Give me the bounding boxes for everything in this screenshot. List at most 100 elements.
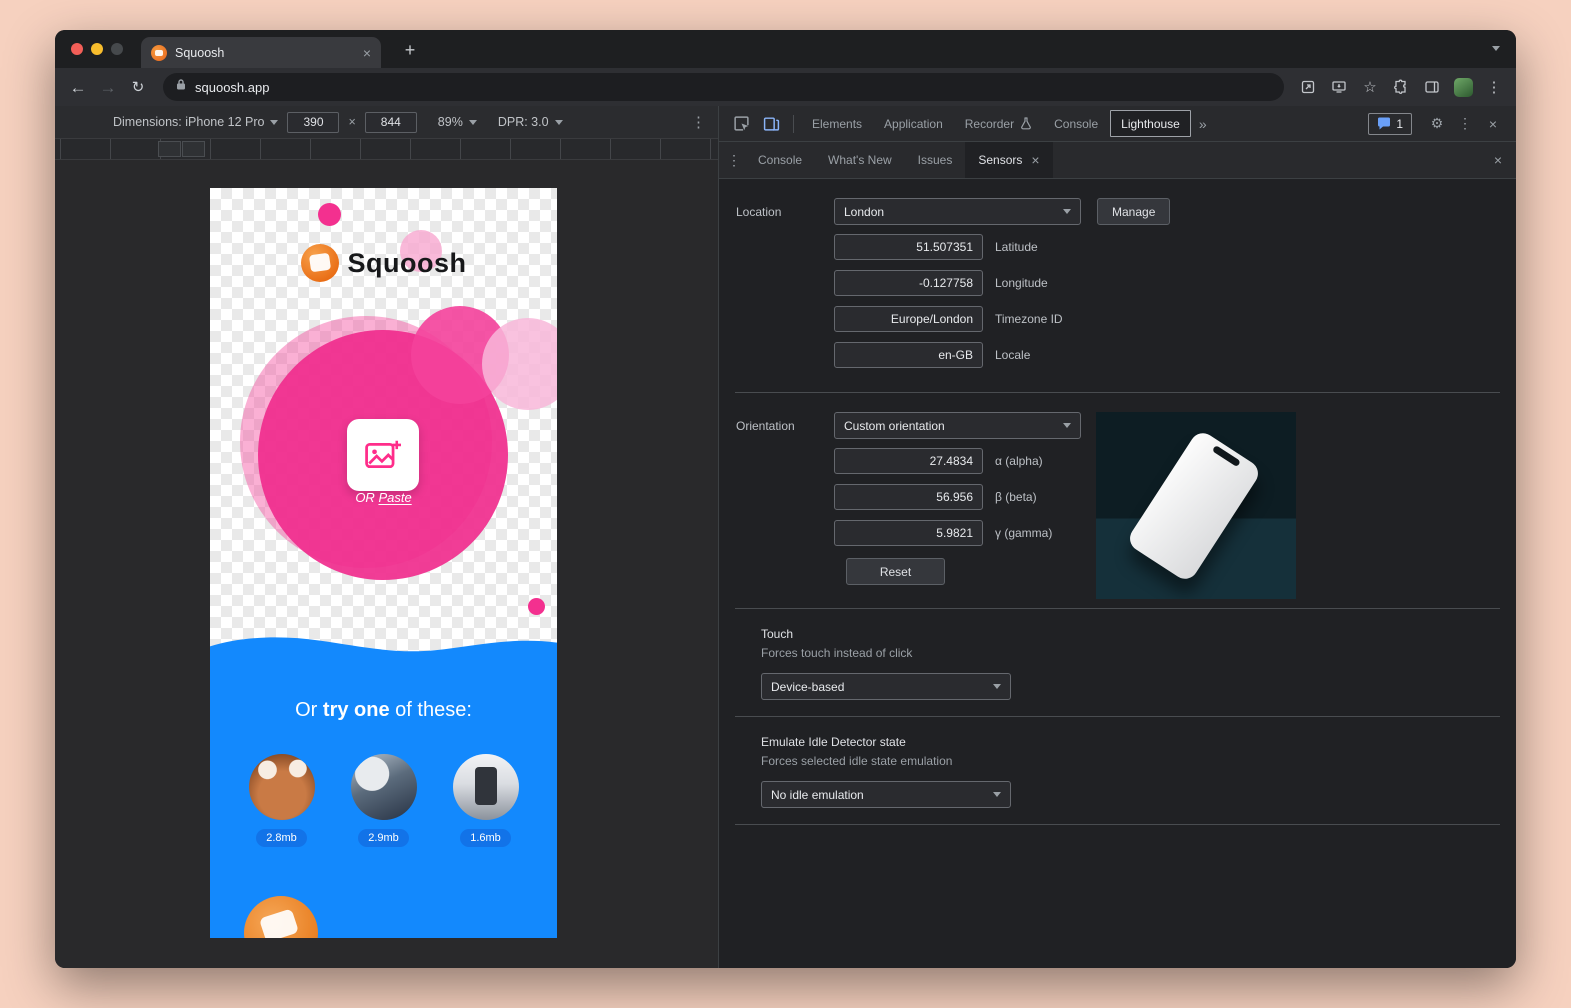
demo-images-section: Or try one of these: 2.8mb 2.9mb	[210, 655, 557, 938]
tab-console[interactable]: Console	[1044, 106, 1108, 141]
or-paste-text: OR Paste	[210, 490, 557, 505]
drawer-menu-kebab-icon[interactable]: ⋮	[723, 152, 745, 169]
squoosh-logo-text: Squoosh	[348, 248, 467, 279]
sensors-panel: Location London Manage Latitude	[719, 179, 1516, 968]
forward-button[interactable]: →	[95, 79, 121, 96]
demo-image-1-photo[interactable]	[249, 754, 315, 820]
touch-select[interactable]: Device-based	[761, 673, 1011, 700]
demo-image-2-photo[interactable]	[351, 754, 417, 820]
demo-image-1[interactable]: 2.8mb	[249, 754, 315, 847]
window-minimize-button[interactable]	[91, 43, 103, 55]
gamma-input[interactable]	[834, 520, 983, 546]
window-zoom-button[interactable]	[111, 43, 123, 55]
section-divider	[735, 716, 1500, 717]
device-toolbar-menu-kebab-icon[interactable]: ⋮	[691, 113, 706, 131]
longitude-input[interactable]	[834, 270, 983, 296]
settings-gear-icon[interactable]: ⚙	[1424, 115, 1450, 132]
device-selector-chevron-icon	[270, 120, 278, 125]
manage-locations-button[interactable]: Manage	[1097, 198, 1170, 225]
demo-image-3[interactable]: 1.6mb	[453, 754, 519, 847]
zoom-selector[interactable]: 89%	[438, 115, 477, 129]
touch-description: Forces touch instead of click	[761, 646, 1500, 660]
demo-image-2-size-badge: 2.9mb	[358, 829, 409, 847]
drawer-tab-whats-new[interactable]: What's New	[815, 142, 905, 178]
tab-close-icon[interactable]: ×	[363, 46, 371, 60]
device-selector[interactable]: Dimensions: iPhone 12 Pro	[113, 115, 278, 129]
window-controls	[71, 43, 123, 55]
dpr-value: DPR: 3.0	[498, 115, 549, 129]
device-toggle-icon[interactable]	[757, 110, 785, 138]
install-app-icon[interactable]	[1327, 75, 1351, 99]
dpr-selector[interactable]: DPR: 3.0	[498, 115, 563, 129]
reload-button[interactable]: ↻	[125, 80, 151, 95]
tab-strip: Squoosh × +	[55, 30, 1516, 68]
orientation-preview[interactable]	[1096, 412, 1296, 599]
window-close-button[interactable]	[71, 43, 83, 55]
latitude-label: Latitude	[995, 240, 1038, 254]
tab-elements[interactable]: Elements	[802, 106, 872, 141]
orientation-select[interactable]: Custom orientation	[834, 412, 1081, 439]
section-divider	[735, 608, 1500, 609]
idle-detector-section: Emulate Idle Detector state Forces selec…	[719, 725, 1516, 816]
tab-search-chevron-icon[interactable]	[1492, 46, 1500, 51]
image-drop-button[interactable]	[347, 419, 419, 491]
devtools-drawer-toolbar: ⋮ Console What's New Issues Sensors × ×	[719, 142, 1516, 179]
demo-image-2[interactable]: 2.9mb	[351, 754, 417, 847]
tab-recorder[interactable]: Recorder	[955, 106, 1042, 141]
more-tabs-chevron-icon[interactable]: »	[1193, 116, 1213, 132]
select-chevron-icon	[1063, 209, 1071, 214]
reset-orientation-button[interactable]: Reset	[846, 558, 945, 585]
extensions-puzzle-icon[interactable]	[1389, 75, 1413, 99]
phone-model-icon	[1125, 428, 1263, 583]
toolbar-divider	[793, 115, 794, 133]
device-toolbar: Dimensions: iPhone 12 Pro × 89% DPR: 3.0…	[55, 106, 718, 139]
viewport-width-input[interactable]	[287, 112, 339, 133]
section-divider	[735, 824, 1500, 825]
zoom-value: 89%	[438, 115, 463, 129]
ruler	[55, 139, 718, 160]
inspect-element-icon[interactable]	[727, 110, 755, 138]
lock-icon	[175, 78, 187, 96]
sensors-tab-close-icon[interactable]: ×	[1031, 152, 1039, 168]
bookmark-star-icon[interactable]: ☆	[1358, 75, 1382, 99]
demo-image-3-photo[interactable]	[453, 754, 519, 820]
latitude-input[interactable]	[834, 234, 983, 260]
back-button[interactable]: ←	[65, 79, 91, 96]
new-tab-button[interactable]: +	[397, 40, 423, 61]
idle-select[interactable]: No idle emulation	[761, 781, 1011, 808]
paste-link[interactable]: Paste	[378, 490, 411, 505]
alpha-input[interactable]	[834, 448, 983, 474]
console-messages-badge[interactable]: 1	[1368, 113, 1412, 135]
timezone-input[interactable]	[834, 306, 983, 332]
side-panel-icon[interactable]	[1420, 75, 1444, 99]
select-chevron-icon	[993, 792, 1001, 797]
location-select[interactable]: London	[834, 198, 1081, 225]
device-dimensions-label: Dimensions: iPhone 12 Pro	[113, 115, 264, 129]
squoosh-logo: Squoosh	[210, 244, 557, 282]
browser-menu-kebab-icon[interactable]: ⋮	[1482, 75, 1506, 99]
drawer-tab-sensors[interactable]: Sensors ×	[965, 142, 1052, 178]
wave-divider	[210, 633, 557, 656]
url-text: squoosh.app	[195, 80, 269, 95]
message-bubble-icon	[1377, 117, 1391, 130]
drawer-tab-issues[interactable]: Issues	[905, 142, 966, 178]
beta-label: β (beta)	[995, 490, 1037, 504]
devtools-close-icon[interactable]: ×	[1480, 116, 1506, 132]
devtools-menu-kebab-icon[interactable]: ⋮	[1452, 115, 1478, 132]
touch-title: Touch	[761, 627, 1500, 641]
viewport-height-input[interactable]	[365, 112, 417, 133]
address-bar[interactable]: squoosh.app	[163, 73, 1284, 101]
tab-application[interactable]: Application	[874, 106, 953, 141]
tab-lighthouse[interactable]: Lighthouse	[1110, 110, 1191, 137]
open-in-window-icon[interactable]	[1296, 75, 1320, 99]
drawer-close-icon[interactable]: ×	[1488, 152, 1508, 168]
browser-toolbar: ← → ↻ squoosh.app ☆ ⋮	[55, 68, 1516, 106]
gamma-label: γ (gamma)	[995, 526, 1052, 540]
locale-input[interactable]	[834, 342, 983, 368]
profile-avatar[interactable]	[1451, 75, 1475, 99]
browser-tab[interactable]: Squoosh ×	[141, 37, 381, 68]
tab-title: Squoosh	[175, 46, 355, 60]
idle-title: Emulate Idle Detector state	[761, 735, 1500, 749]
beta-input[interactable]	[834, 484, 983, 510]
drawer-tab-console[interactable]: Console	[745, 142, 815, 178]
